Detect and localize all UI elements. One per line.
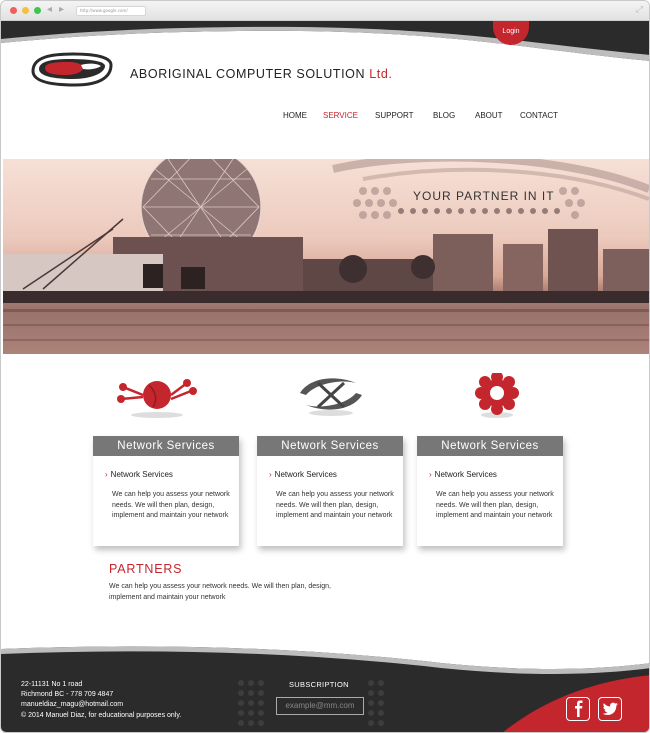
brand-title: ABORIGINAL COMPUTER SOLUTION xyxy=(130,67,366,81)
service-card-title: Network Services xyxy=(93,436,239,456)
footer-address: 22-11131 No 1 road xyxy=(21,681,83,688)
fullscreen-icon[interactable]: ⤢ xyxy=(636,4,643,15)
subscription-email-input[interactable]: example@mm.com xyxy=(276,697,364,715)
nav-support[interactable]: SUPPORT xyxy=(375,111,414,120)
footer-city-phone: Richmond BC - 778 709 4847 xyxy=(21,691,114,698)
chevron-right-icon: › xyxy=(105,470,108,479)
service-card-subtitle: Network Services xyxy=(110,470,173,479)
close-window-button[interactable] xyxy=(10,7,17,14)
chevron-right-icon: › xyxy=(269,470,272,479)
service-card-subtitle: Network Services xyxy=(434,470,497,479)
service-card-title: Network Services xyxy=(257,436,403,456)
nav-service[interactable]: SERVICE xyxy=(323,111,358,120)
network-nodes-icon xyxy=(117,379,197,418)
maximize-window-button[interactable] xyxy=(34,7,41,14)
hero-tagline: YOUR PARTNER IN IT xyxy=(413,189,555,203)
address-bar[interactable]: http://www.google.com/ xyxy=(76,6,146,16)
nav-home[interactable]: HOME xyxy=(283,111,307,120)
partners-heading: PARTNERS xyxy=(109,562,183,576)
subscription-title: SUBSCRIPTION xyxy=(289,680,349,689)
swirl-x-icon xyxy=(300,378,362,416)
nav-blog[interactable]: BLOG xyxy=(433,111,455,120)
browser-toolbar: ◂ ▸ http://www.google.com/ ⤢ xyxy=(1,1,649,21)
service-card: Network Services › Network Services We ca… xyxy=(417,436,563,546)
service-card-subtitle: Network Services xyxy=(274,470,337,479)
back-arrow-icon[interactable]: ◂ xyxy=(47,4,52,15)
chevron-right-icon: › xyxy=(429,470,432,479)
footer-copyright: © 2014 Manuel Diaz, for educational purp… xyxy=(21,712,182,719)
nav-contact[interactable]: CONTACT xyxy=(520,111,558,120)
service-card-link[interactable]: › Network Services xyxy=(105,470,173,479)
nav-about[interactable]: ABOUT xyxy=(475,111,503,120)
service-card-text: We can help you assess your network need… xyxy=(436,491,554,519)
service-card: Network Services › Network Services We ca… xyxy=(93,436,239,546)
service-card-text: We can help you assess your network need… xyxy=(276,491,394,519)
twitter-icon[interactable] xyxy=(598,697,622,721)
footer-email[interactable]: manueldiaz_magu@hotmail.com xyxy=(21,701,123,708)
page-frame: ◂ ▸ http://www.google.com/ ⤢ Login ABORI… xyxy=(0,0,650,733)
company-logo xyxy=(31,52,113,87)
service-card-title: Network Services xyxy=(417,436,563,456)
facebook-icon[interactable] xyxy=(566,697,590,721)
partners-text: We can help you assess your network need… xyxy=(109,583,331,601)
hero-banner: YOUR PARTNER IN IT xyxy=(3,159,649,354)
forward-arrow-icon[interactable]: ▸ xyxy=(59,4,64,15)
brand-name: ABORIGINAL COMPUTER SOLUTION Ltd. xyxy=(130,67,392,81)
minimize-window-button[interactable] xyxy=(22,7,29,14)
service-card-text: We can help you assess your network need… xyxy=(112,491,230,519)
brand-suffix: Ltd. xyxy=(369,67,393,81)
service-card-link[interactable]: › Network Services xyxy=(429,470,497,479)
gear-icon xyxy=(475,373,519,418)
service-card: Network Services › Network Services We ca… xyxy=(257,436,403,546)
service-card-link[interactable]: › Network Services xyxy=(269,470,337,479)
